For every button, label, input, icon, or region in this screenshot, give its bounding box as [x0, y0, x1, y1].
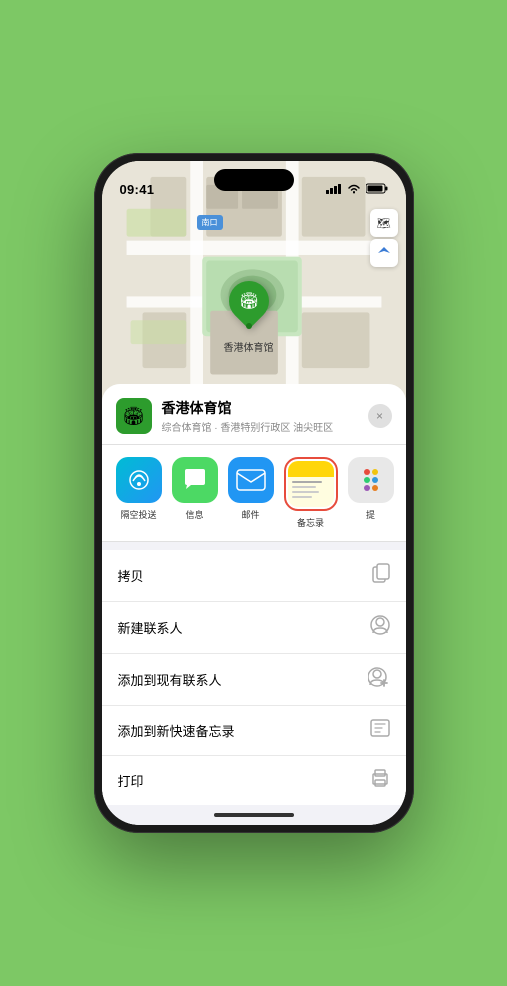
close-button[interactable]: × [368, 404, 392, 428]
venue-info: 香港体育馆 综合体育馆 · 香港特别行政区 油尖旺区 [162, 398, 358, 434]
location-button[interactable] [370, 239, 398, 267]
airdrop-label: 隔空投送 [120, 508, 156, 521]
share-item-airdrop[interactable]: 隔空投送 [116, 457, 162, 529]
add-existing-label: 添加到现有联系人 [118, 670, 222, 689]
home-bar [214, 813, 294, 817]
map-controls[interactable]: 🗺 [370, 209, 398, 269]
bottom-sheet: 🏟 香港体育馆 综合体育馆 · 香港特别行政区 油尖旺区 × 隔空投送 [102, 384, 406, 825]
share-item-mail[interactable]: 邮件 [228, 457, 274, 529]
action-print[interactable]: 打印 [102, 756, 406, 805]
south-entrance-label: 南口 [197, 215, 223, 230]
mail-label: 邮件 [241, 508, 259, 521]
print-icon [370, 769, 390, 792]
quick-note-label: 添加到新快速备忘录 [118, 721, 235, 740]
home-indicator [102, 805, 406, 825]
messages-label: 信息 [185, 508, 203, 521]
map-type-button[interactable]: 🗺 [370, 209, 398, 237]
dynamic-island [214, 169, 294, 191]
status-time: 09:41 [120, 182, 155, 197]
copy-label: 拷贝 [118, 566, 144, 585]
airdrop-icon [116, 457, 162, 503]
more-dots-grid [364, 469, 378, 491]
mail-icon [228, 457, 274, 503]
location-marker: 🏟 香港体育馆 [224, 281, 274, 354]
notes-highlight-border [284, 457, 338, 511]
add-contact-icon [368, 667, 390, 692]
notes-icon [288, 461, 334, 507]
status-icons [326, 183, 388, 197]
venue-icon: 🏟 [116, 398, 152, 434]
action-quick-note[interactable]: 添加到新快速备忘录 [102, 706, 406, 756]
sheet-header: 🏟 香港体育馆 综合体育馆 · 香港特别行政区 油尖旺区 × [102, 384, 406, 445]
venue-name: 香港体育馆 [162, 398, 358, 418]
venue-desc: 综合体育馆 · 香港特别行政区 油尖旺区 [162, 419, 358, 434]
more-label: 提 [366, 508, 375, 521]
share-item-notes[interactable]: 备忘录 [284, 457, 338, 529]
quick-note-icon [370, 719, 390, 742]
marker-label: 香港体育馆 [224, 339, 274, 354]
battery-icon [366, 183, 388, 197]
share-row: 隔空投送 信息 邮件 [102, 445, 406, 542]
action-list: 拷贝 新建联系人 添加到现有联系人 [102, 550, 406, 805]
messages-icon [172, 457, 218, 503]
signal-icon [326, 184, 342, 197]
share-item-more[interactable]: 提 [348, 457, 394, 529]
new-contact-label: 新建联系人 [118, 618, 183, 637]
phone-frame: 09:41 [94, 153, 414, 833]
print-label: 打印 [118, 771, 144, 790]
new-contact-icon [370, 615, 390, 640]
action-copy[interactable]: 拷贝 [102, 550, 406, 602]
phone-screen: 09:41 [102, 161, 406, 825]
action-add-existing-contact[interactable]: 添加到现有联系人 [102, 654, 406, 706]
copy-icon [372, 563, 390, 588]
action-new-contact[interactable]: 新建联系人 [102, 602, 406, 654]
notes-label: 备忘录 [297, 516, 324, 529]
more-icon [348, 457, 394, 503]
share-item-messages[interactable]: 信息 [172, 457, 218, 529]
wifi-icon [347, 184, 361, 197]
